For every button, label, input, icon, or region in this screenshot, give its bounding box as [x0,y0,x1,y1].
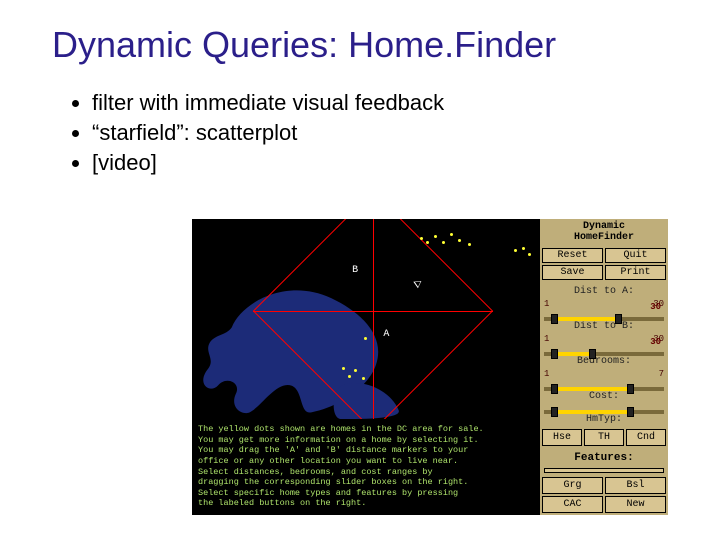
bedrooms-label: Bedrooms: [542,356,666,367]
home-dot[interactable] [362,377,365,380]
control-panel: Dynamic HomeFinder Reset Quit Save Print… [540,219,668,515]
features-title: Features: [542,452,666,464]
home-dot[interactable] [364,337,367,340]
bedrooms-max: 7 [659,369,664,379]
save-button[interactable]: Save [542,265,603,280]
home-dot[interactable] [528,253,531,256]
features-blank [544,468,664,473]
dist-b-min: 1 [544,334,549,344]
hometype-condo-button[interactable]: Cnd [626,429,666,446]
dist-b-value: 30 [650,337,661,347]
print-button[interactable]: Print [605,265,666,280]
hometype-label: HmTyp: [542,414,666,425]
slider-handle-icon[interactable] [627,407,634,417]
home-dot[interactable] [354,369,357,372]
cost-slider[interactable] [544,405,664,408]
feature-cac-button[interactable]: CAC [542,496,603,513]
marker-a[interactable]: A [383,329,389,340]
feature-garage-button[interactable]: Grg [542,477,603,494]
hometype-townhouse-button[interactable]: TH [584,429,624,446]
home-dot[interactable] [348,375,351,378]
dist-b-slider[interactable]: 30 [544,347,664,350]
map-view[interactable]: B A [192,219,540,419]
slider-handle-icon[interactable] [551,314,558,324]
home-dot[interactable] [458,239,461,242]
dist-a-min: 1 [544,299,549,309]
homefinder-app: B A The yellow dots shown are homes in t… [192,219,668,515]
bedrooms-slider[interactable] [544,382,664,385]
bullet-item: filter with immediate visual feedback [92,90,680,116]
quit-button[interactable]: Quit [605,248,666,263]
dist-b-label: Dist to B: [542,321,666,332]
slider-handle-icon[interactable] [627,384,634,394]
feature-new-button[interactable]: New [605,496,666,513]
slide-title: Dynamic Queries: Home.Finder [52,24,680,66]
feature-basement-button[interactable]: Bsl [605,477,666,494]
home-dot[interactable] [522,247,525,250]
reset-button[interactable]: Reset [542,248,603,263]
home-dot[interactable] [442,241,445,244]
home-dot[interactable] [514,249,517,252]
bullet-item: “starfield”: scatterplot [92,120,680,146]
help-text: The yellow dots shown are homes in the D… [192,419,540,515]
home-dot[interactable] [468,243,471,246]
slider-handle-icon[interactable] [551,384,558,394]
home-dot[interactable] [420,237,423,240]
marker-b[interactable]: B [352,265,358,276]
bedrooms-min: 1 [544,369,549,379]
cost-label: Cost: [542,391,666,402]
home-dot[interactable] [426,241,429,244]
home-dot[interactable] [434,235,437,238]
dist-a-slider[interactable]: 30 [544,312,664,315]
slider-handle-icon[interactable] [589,349,596,359]
home-dot[interactable] [450,233,453,236]
slider-handle-icon[interactable] [551,407,558,417]
slider-handle-icon[interactable] [551,349,558,359]
slider-handle-icon[interactable] [615,314,622,324]
dist-a-label: Dist to A: [542,286,666,297]
bullet-list: filter with immediate visual feedback “s… [64,90,680,176]
home-dot[interactable] [342,367,345,370]
hometype-house-button[interactable]: Hse [542,429,582,446]
dist-a-value: 30 [650,302,661,312]
panel-title: Dynamic HomeFinder [542,222,666,243]
bullet-item: [video] [92,150,680,176]
